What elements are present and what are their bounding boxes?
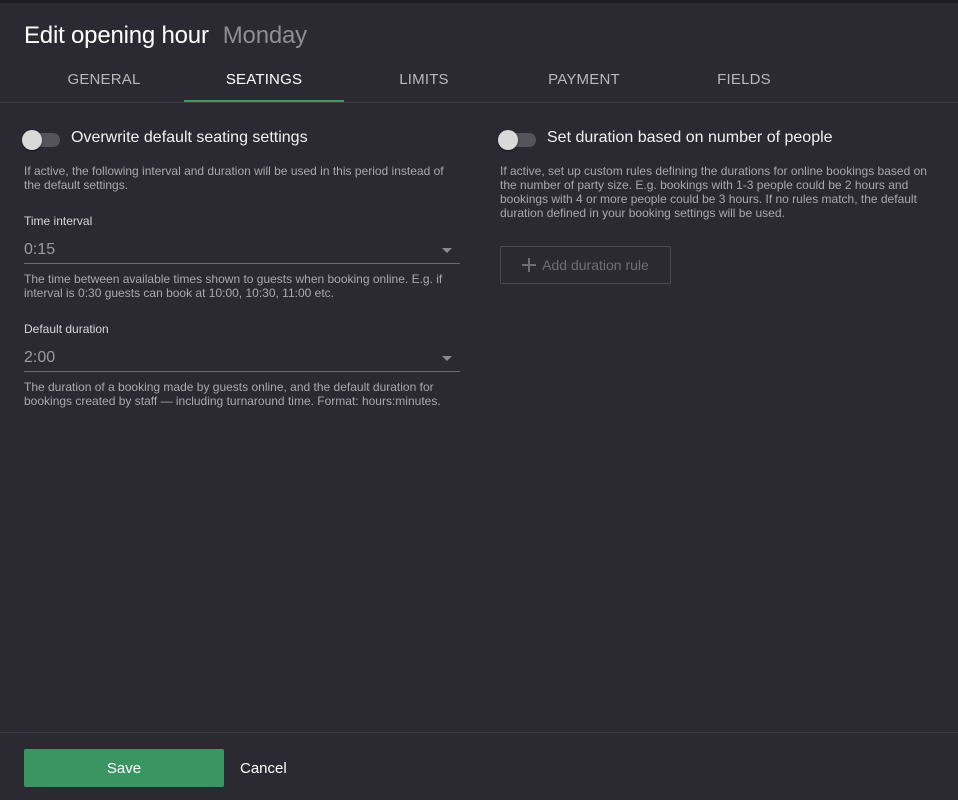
default-duration-label: Default duration — [24, 322, 109, 336]
tab-payment[interactable]: PAYMENT — [504, 56, 664, 102]
caret-down-icon — [442, 356, 452, 361]
tab-bar: GENERAL SEATINGS LIMITS PAYMENT FIELDS — [24, 56, 824, 102]
time-interval-value: 0:15 — [24, 240, 56, 258]
overwrite-toggle-row: Overwrite default seating settings — [22, 125, 460, 151]
default-duration-value: 2:00 — [24, 348, 56, 366]
tab-seatings[interactable]: SEATINGS — [184, 56, 344, 102]
duration-toggle-label: Set duration based on number of people — [547, 129, 833, 146]
time-interval-field: Time interval 0:15 The time between avai… — [24, 214, 460, 300]
time-interval-label: Time interval — [24, 214, 93, 228]
page-subtitle: Monday — [222, 22, 307, 49]
overwrite-toggle-label: Overwrite default seating settings — [71, 129, 308, 146]
duration-help-text: If active, set up custom rules defining … — [500, 164, 927, 220]
top-border — [0, 0, 958, 3]
tab-fields[interactable]: FIELDS — [664, 56, 824, 102]
add-duration-rule-button[interactable]: Add duration rule — [500, 246, 671, 284]
tabs-divider — [0, 102, 958, 103]
tab-limits[interactable]: LIMITS — [344, 56, 504, 102]
default-duration-help: The duration of a booking made by guests… — [24, 380, 441, 408]
time-interval-help: The time between available times shown t… — [24, 272, 443, 300]
overwrite-default-toggle[interactable] — [22, 130, 60, 150]
plus-icon — [522, 258, 537, 272]
overwrite-help-text: If active, the following interval and du… — [24, 164, 444, 192]
duration-rules-column: Set duration based on number of people I… — [498, 125, 936, 284]
footer-divider — [0, 732, 958, 733]
caret-down-icon — [442, 248, 452, 253]
save-button[interactable]: Save — [24, 749, 224, 787]
add-duration-rule-label: Add duration rule — [542, 257, 649, 273]
duration-toggle-row: Set duration based on number of people — [498, 125, 936, 151]
cancel-button[interactable]: Cancel — [240, 749, 287, 787]
seating-settings-column: Overwrite default seating settings If ac… — [22, 125, 460, 408]
default-duration-select[interactable]: 2:00 — [24, 344, 460, 372]
toggle-knob — [22, 130, 42, 150]
page-title: Edit opening hour — [24, 22, 209, 49]
toggle-knob — [498, 130, 518, 150]
default-duration-field: Default duration 2:00 The duration of a … — [24, 322, 460, 408]
time-interval-select[interactable]: 0:15 — [24, 236, 460, 264]
duration-by-people-toggle[interactable] — [498, 130, 536, 150]
dialog-header: Edit opening hour Monday — [24, 22, 307, 52]
tab-general[interactable]: GENERAL — [24, 56, 184, 102]
